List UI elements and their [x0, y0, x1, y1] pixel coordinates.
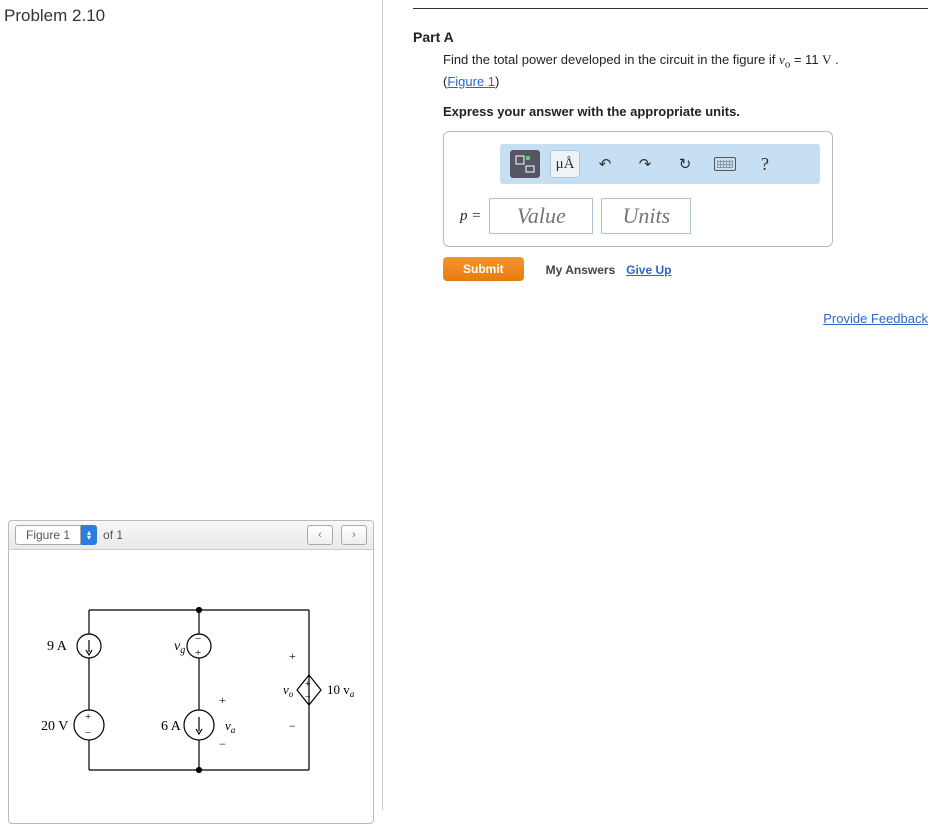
- units-button[interactable]: μÅ: [550, 150, 580, 178]
- figure-link[interactable]: Figure 1: [447, 74, 495, 89]
- redo-icon[interactable]: ↷: [630, 150, 660, 178]
- figure-panel: Figure 1 ▴ ▾ of 1 ‹ ›: [8, 520, 374, 824]
- problem-title: Problem 2.10: [0, 0, 382, 26]
- my-answers-link[interactable]: My Answers: [546, 263, 616, 277]
- svg-text:−: −: [195, 633, 201, 645]
- label-dep: 10 va: [327, 682, 355, 699]
- figure-prev-button[interactable]: ‹: [307, 525, 333, 545]
- value-input[interactable]: [489, 198, 593, 234]
- part-label: Part A: [413, 29, 928, 45]
- label-va: va: [225, 718, 236, 735]
- label-20v: 20 V: [41, 719, 68, 734]
- svg-text:−: −: [289, 719, 296, 733]
- answer-box: μÅ ↶ ↷ ↻ ? p =: [443, 131, 833, 247]
- label-6a: 6 A: [161, 719, 182, 734]
- circuit-diagram: 9 A 20 V 6 A vg vo va 10 va + − − + + − …: [29, 580, 359, 800]
- label-9a: 9 A: [47, 639, 68, 654]
- figure-count: of 1: [103, 528, 123, 542]
- answer-var: p =: [460, 208, 481, 225]
- figure-select[interactable]: ▴ ▾: [81, 525, 97, 545]
- prompt-text: Find the total power developed in the ci…: [443, 51, 928, 92]
- reset-icon[interactable]: ↻: [670, 150, 700, 178]
- figure-body: 9 A 20 V 6 A vg vo va 10 va + − − + + − …: [9, 550, 373, 823]
- figure-next-button[interactable]: ›: [341, 525, 367, 545]
- svg-text:−: −: [305, 692, 311, 703]
- units-input[interactable]: [601, 198, 691, 234]
- template-icon[interactable]: [510, 150, 540, 178]
- keyboard-icon[interactable]: [710, 150, 740, 178]
- svg-text:−: −: [85, 727, 91, 739]
- svg-text:+: +: [195, 647, 201, 659]
- svg-text:+: +: [289, 649, 296, 663]
- divider: [413, 8, 928, 9]
- svg-text:+: +: [219, 693, 226, 707]
- label-vg: vg: [174, 639, 185, 656]
- svg-text:+: +: [85, 711, 91, 723]
- answer-toolbar: μÅ ↶ ↷ ↻ ?: [500, 144, 820, 184]
- undo-icon[interactable]: ↶: [590, 150, 620, 178]
- give-up-link[interactable]: Give Up: [626, 263, 671, 277]
- label-vo: vo: [283, 682, 294, 699]
- svg-text:−: −: [219, 737, 226, 751]
- chevron-down-icon: ▾: [87, 535, 91, 540]
- svg-text:+: +: [305, 679, 311, 690]
- figure-label: Figure 1: [15, 525, 81, 545]
- submit-button[interactable]: Submit: [443, 257, 524, 281]
- instruction: Express your answer with the appropriate…: [443, 104, 928, 119]
- figure-header: Figure 1 ▴ ▾ of 1 ‹ ›: [9, 521, 373, 550]
- help-icon[interactable]: ?: [750, 150, 780, 178]
- provide-feedback-link[interactable]: Provide Feedback: [823, 311, 928, 326]
